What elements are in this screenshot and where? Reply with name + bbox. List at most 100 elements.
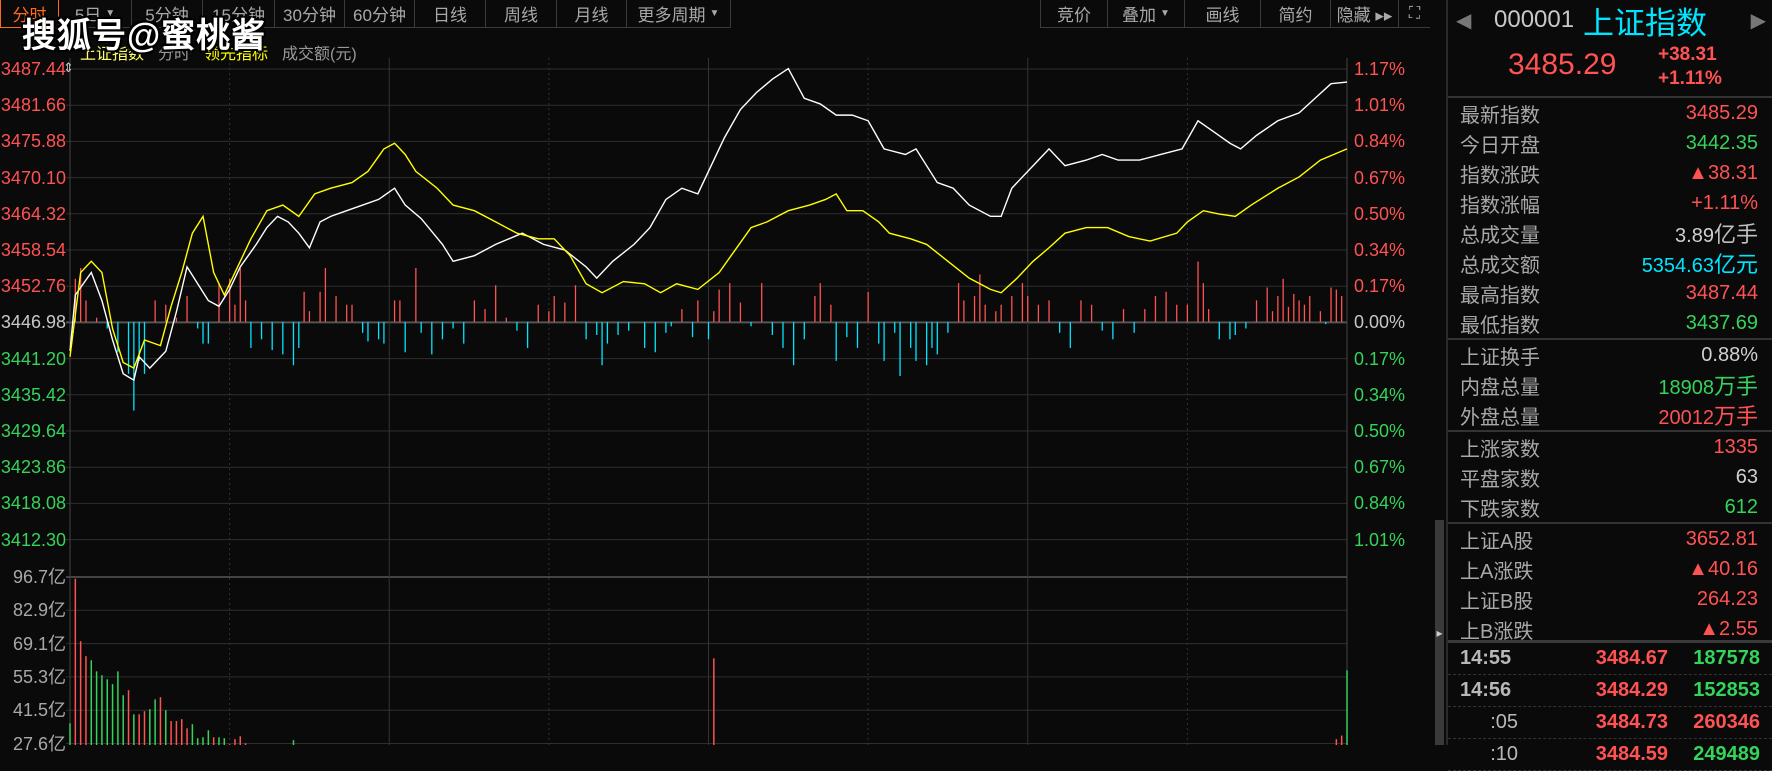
- tick-time: 14:55: [1460, 647, 1512, 669]
- stats-row: 最高指数 3487.44: [1448, 278, 1772, 308]
- price-tick-label: 3412.30: [0, 529, 66, 550]
- tab-4[interactable]: 30分钟: [275, 0, 345, 28]
- stat-value-wrap: 3487.44: [1686, 282, 1758, 305]
- stats-row: 指数涨跌 ▲38.31: [1448, 158, 1772, 188]
- stats-row: 今日开盘 3442.35: [1448, 128, 1772, 158]
- price-tick-label: 3423.86: [0, 457, 66, 478]
- stats-row: 最新指数 3485.29: [1448, 98, 1772, 128]
- prev-stock-icon[interactable]: ◀: [1456, 8, 1471, 33]
- tab-label: 60分钟: [353, 6, 406, 25]
- panel-toggle-scrollbar[interactable]: ▸: [1435, 520, 1444, 745]
- caret-down-icon: ▼: [1160, 8, 1170, 19]
- tool-button-2[interactable]: 画线: [1184, 0, 1260, 28]
- tick-price: 3484.59: [1595, 743, 1668, 765]
- tick-volume: 249489: [1693, 743, 1760, 765]
- change-pct: +1.11%: [1658, 68, 1722, 89]
- stat-value: +1.11%: [1691, 191, 1758, 214]
- stat-label: 总成交额: [1460, 254, 1540, 277]
- tool-button-4[interactable]: 隐藏 ▸▸: [1330, 0, 1398, 28]
- stat-label: 内盘总量: [1460, 376, 1540, 399]
- chevron-right-icon: ▸: [1436, 625, 1443, 640]
- tick-volume: 152853: [1693, 679, 1760, 701]
- stat-label: 今日开盘: [1460, 134, 1540, 157]
- last-price: 3485.29: [1508, 48, 1617, 81]
- tick-row: 14:56 3484.29 152853: [1448, 675, 1772, 707]
- price-tick-label: 3464.32: [0, 203, 66, 224]
- stat-value: 3487.44: [1685, 281, 1758, 304]
- pct-tick-label: 0.34%: [1354, 240, 1406, 260]
- tick-price: 3484.29: [1595, 679, 1668, 701]
- stat-value-wrap: ▲38.31: [1688, 162, 1758, 185]
- stat-value: 612: [1724, 495, 1758, 518]
- tab-7[interactable]: 周线: [486, 0, 557, 28]
- stat-label: 平盘家数: [1460, 468, 1540, 491]
- legend-amount: 成交额(元): [282, 46, 357, 63]
- quote-panel: ◀ 000001 上证指数 ▶ 3485.29 +38.31 +1.11% 最新…: [1446, 0, 1772, 771]
- tick-list[interactable]: 14:55 3484.67 187578 14:56 3484.29 152853:05 3…: [1448, 640, 1772, 771]
- tab-5[interactable]: 60分钟: [345, 0, 415, 28]
- tab-9[interactable]: 更多周期 ▼: [627, 0, 731, 28]
- volume-tick-label: 82.9亿: [12, 600, 66, 621]
- price-tick-label: 3435.42: [0, 384, 66, 405]
- change: +38.31: [1658, 44, 1717, 65]
- stat-value-wrap: 5354.63亿元: [1642, 247, 1758, 279]
- tool-button-0[interactable]: 竞价: [1040, 0, 1107, 28]
- tick-price: 3484.73: [1595, 711, 1668, 733]
- stat-value: ▲38.31: [1688, 161, 1758, 184]
- stat-value-wrap: ▲40.16: [1688, 558, 1758, 581]
- stat-value: 5354.63: [1641, 255, 1714, 277]
- expand-icon[interactable]: ⛶: [1398, 0, 1430, 28]
- quote-header: ◀ 000001 上证指数 ▶: [1448, 0, 1772, 41]
- caret-down-icon: ▼: [709, 8, 720, 19]
- stat-label: 下跌家数: [1460, 498, 1540, 521]
- stat-value-wrap: 3485.29: [1686, 102, 1758, 125]
- tab-label: 周线: [504, 6, 538, 25]
- watermark: 搜狐号@蜜桃酱: [22, 17, 267, 55]
- tick-time: :10: [1490, 743, 1518, 765]
- tab-6[interactable]: 日线: [415, 0, 486, 28]
- price-tick-label: 3446.98: [0, 312, 66, 333]
- stat-label: 上证A股: [1460, 530, 1534, 553]
- tab-8[interactable]: 月线: [557, 0, 627, 28]
- stat-label: 上证换手: [1460, 346, 1540, 369]
- pct-tick-label: 0.67%: [1354, 167, 1406, 188]
- volume-tick-label: 69.1亿: [12, 633, 66, 654]
- stat-value: 3652.81: [1685, 527, 1758, 550]
- stat-value: 63: [1735, 465, 1758, 488]
- stat-label: 最新指数: [1460, 104, 1540, 127]
- stat-value-wrap: +1.11%: [1691, 192, 1758, 215]
- stats-row: 上A涨跌 ▲40.16: [1448, 554, 1772, 584]
- price-tick-label: 3441.20: [0, 348, 66, 369]
- stat-value-wrap: 264.23: [1697, 588, 1758, 611]
- tick-row: :05 3484.73 260346: [1448, 707, 1772, 739]
- stats-row: 外盘总量 20012万手: [1448, 400, 1772, 430]
- tool-label: 叠加: [1122, 6, 1157, 25]
- tab-label: 月线: [574, 6, 609, 25]
- pct-tick-label: 0.00%: [1354, 312, 1406, 333]
- tab-label: 日线: [433, 6, 467, 25]
- tool-button-3[interactable]: 简约: [1260, 0, 1330, 28]
- pct-tick-label: 0.50%: [1354, 203, 1406, 224]
- stat-value: 264.23: [1696, 587, 1758, 610]
- price-tick-label: 3487.44: [0, 59, 66, 79]
- tick-price: 3484.67: [1595, 647, 1668, 669]
- volume-tick-label: 41.5亿: [12, 700, 66, 721]
- pct-tick-label: 1.01%: [1354, 529, 1406, 550]
- stat-value-wrap: 3652.81: [1686, 528, 1758, 551]
- stats-row: 指数涨幅 +1.11%: [1448, 188, 1772, 218]
- stat-value-wrap: 3437.69: [1686, 312, 1758, 335]
- pct-tick-label: 1.01%: [1354, 95, 1406, 116]
- stats-row: 总成交额 5354.63亿元: [1448, 248, 1772, 278]
- stat-value-wrap: 18908万手: [1658, 369, 1758, 401]
- next-stock-icon[interactable]: ▶: [1751, 8, 1766, 33]
- tick-time: 14:56: [1460, 679, 1512, 701]
- stat-label: 总成交量: [1460, 224, 1540, 247]
- stats-group: 上证换手 0.88% 内盘总量 18908万手 外盘总量 20012万手: [1448, 338, 1772, 430]
- stat-value-wrap: 20012万手: [1658, 399, 1758, 431]
- stat-unit: 万手: [1713, 404, 1758, 429]
- volume-tick-label: 96.7亿: [12, 567, 66, 587]
- pct-tick-label: 0.84%: [1354, 131, 1406, 152]
- tool-button-1[interactable]: 叠加 ▼: [1107, 0, 1184, 28]
- price-tick-label: 3481.66: [0, 95, 66, 116]
- tool-label: 隐藏 ▸▸: [1336, 6, 1393, 25]
